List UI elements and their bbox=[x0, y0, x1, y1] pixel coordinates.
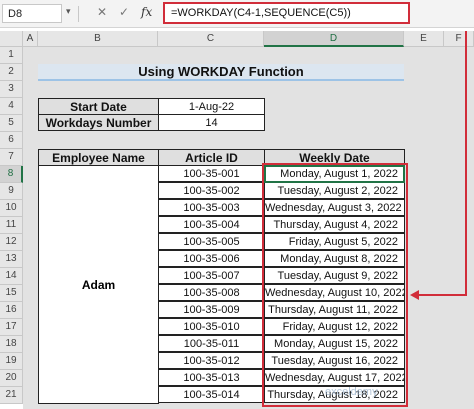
article-id-cell[interactable]: 100-35-010 bbox=[158, 318, 265, 335]
row-header[interactable]: 7 bbox=[0, 149, 23, 166]
row-header[interactable]: 12 bbox=[0, 234, 23, 251]
column-header-b[interactable]: B bbox=[38, 31, 158, 47]
article-id-cell[interactable]: 100-35-004 bbox=[158, 216, 265, 233]
watermark-logo: exceldemy bbox=[325, 386, 378, 398]
column-title-employee-name[interactable]: Employee Name bbox=[38, 149, 159, 166]
row-header[interactable]: 21 bbox=[0, 387, 23, 404]
row-header[interactable]: 5 bbox=[0, 115, 23, 132]
column-header-e[interactable]: E bbox=[404, 31, 444, 47]
row-header[interactable]: 17 bbox=[0, 319, 23, 336]
row-header[interactable]: 14 bbox=[0, 268, 23, 285]
article-id-cell[interactable]: 100-35-012 bbox=[158, 352, 265, 369]
row-header[interactable]: 8 bbox=[0, 166, 23, 183]
row-header[interactable]: 10 bbox=[0, 200, 23, 217]
employee-name-cell[interactable]: Adam bbox=[38, 165, 159, 404]
row-header[interactable]: 2 bbox=[0, 64, 23, 81]
article-id-cell[interactable]: 100-35-006 bbox=[158, 250, 265, 267]
article-id-cell[interactable]: 100-35-001 bbox=[158, 165, 265, 182]
workdays-number-label[interactable]: Workdays Number bbox=[38, 114, 159, 131]
start-date-value[interactable]: 1-Aug-22 bbox=[158, 98, 265, 115]
weekly-date-cell[interactable]: Wednesday, August 3, 2022 bbox=[264, 199, 405, 216]
weekly-date-cell[interactable]: Tuesday, August 16, 2022 bbox=[264, 352, 405, 369]
sheet-title[interactable]: Using WORKDAY Function bbox=[38, 64, 404, 81]
weekly-date-cell[interactable]: Monday, August 8, 2022 bbox=[264, 250, 405, 267]
row-header[interactable]: 6 bbox=[0, 132, 23, 149]
formula-bar: D8 ▾ ✕ ✓ fx =WORKDAY(C4-1,SEQUENCE(C5)) bbox=[0, 0, 474, 28]
row-header[interactable]: 18 bbox=[0, 336, 23, 353]
workdays-number-value[interactable]: 14 bbox=[158, 114, 265, 131]
row-header[interactable]: 16 bbox=[0, 302, 23, 319]
article-id-cell[interactable]: 100-35-005 bbox=[158, 233, 265, 250]
weekly-date-cell[interactable]: Tuesday, August 2, 2022 bbox=[264, 182, 405, 199]
article-id-cell[interactable]: 100-35-007 bbox=[158, 267, 265, 284]
select-all-corner[interactable] bbox=[0, 31, 23, 47]
article-id-cell[interactable]: 100-35-008 bbox=[158, 284, 265, 301]
row-header[interactable]: 3 bbox=[0, 81, 23, 98]
cell-grid[interactable]: Using WORKDAY Function Start Date 1-Aug-… bbox=[23, 47, 474, 409]
column-title-article-id[interactable]: Article ID bbox=[158, 149, 265, 166]
row-header[interactable]: 4 bbox=[0, 98, 23, 115]
row-header[interactable]: 11 bbox=[0, 217, 23, 234]
row-header[interactable]: 19 bbox=[0, 353, 23, 370]
cancel-icon[interactable]: ✕ bbox=[97, 5, 107, 19]
row-header[interactable]: 9 bbox=[0, 183, 23, 200]
article-id-cell[interactable]: 100-35-013 bbox=[158, 369, 265, 386]
row-header[interactable]: 20 bbox=[0, 370, 23, 387]
column-header-a[interactable]: A bbox=[23, 31, 38, 47]
article-id-cell[interactable]: 100-35-002 bbox=[158, 182, 265, 199]
article-id-cell[interactable]: 100-35-011 bbox=[158, 335, 265, 352]
article-id-cell[interactable]: 100-35-009 bbox=[158, 301, 265, 318]
column-title-weekly-date[interactable]: Weekly Date bbox=[264, 149, 405, 166]
weekly-date-cell[interactable]: Wednesday, August 17, 2022 bbox=[264, 369, 405, 386]
weekly-date-cell[interactable]: Thursday, August 11, 2022 bbox=[264, 301, 405, 318]
column-header-d[interactable]: D bbox=[264, 31, 404, 47]
row-header[interactable]: 1 bbox=[0, 47, 23, 64]
start-date-label[interactable]: Start Date bbox=[38, 98, 159, 115]
weekly-date-cell[interactable]: Monday, August 15, 2022 bbox=[264, 335, 405, 352]
article-id-cell[interactable]: 100-35-014 bbox=[158, 386, 265, 403]
column-header-f[interactable]: F bbox=[444, 31, 474, 47]
weekly-date-cell[interactable]: Wednesday, August 10, 2022 bbox=[264, 284, 405, 301]
name-box-dropdown-icon[interactable]: ▾ bbox=[66, 6, 71, 17]
name-box[interactable]: D8 bbox=[2, 4, 62, 23]
weekly-date-cell[interactable]: Monday, August 1, 2022 bbox=[264, 165, 405, 182]
enter-icon[interactable]: ✓ bbox=[119, 5, 129, 19]
weekly-date-cell[interactable]: Friday, August 5, 2022 bbox=[264, 233, 405, 250]
weekly-date-cell[interactable]: Friday, August 12, 2022 bbox=[264, 318, 405, 335]
row-header[interactable]: 15 bbox=[0, 285, 23, 302]
formula-bar-divider bbox=[78, 6, 79, 22]
row-header[interactable]: 13 bbox=[0, 251, 23, 268]
weekly-date-cell[interactable]: Thursday, August 4, 2022 bbox=[264, 216, 405, 233]
formula-input[interactable]: =WORKDAY(C4-1,SEQUENCE(C5)) bbox=[163, 2, 410, 24]
insert-function-icon[interactable]: fx bbox=[141, 5, 152, 19]
weekly-date-cell[interactable]: Tuesday, August 9, 2022 bbox=[264, 267, 405, 284]
worksheet-grid[interactable]: A B C D E F 1 2 3 4 5 6 7 8 9 10 11 12 1… bbox=[0, 31, 474, 409]
article-id-cell[interactable]: 100-35-003 bbox=[158, 199, 265, 216]
column-header-c[interactable]: C bbox=[158, 31, 264, 47]
